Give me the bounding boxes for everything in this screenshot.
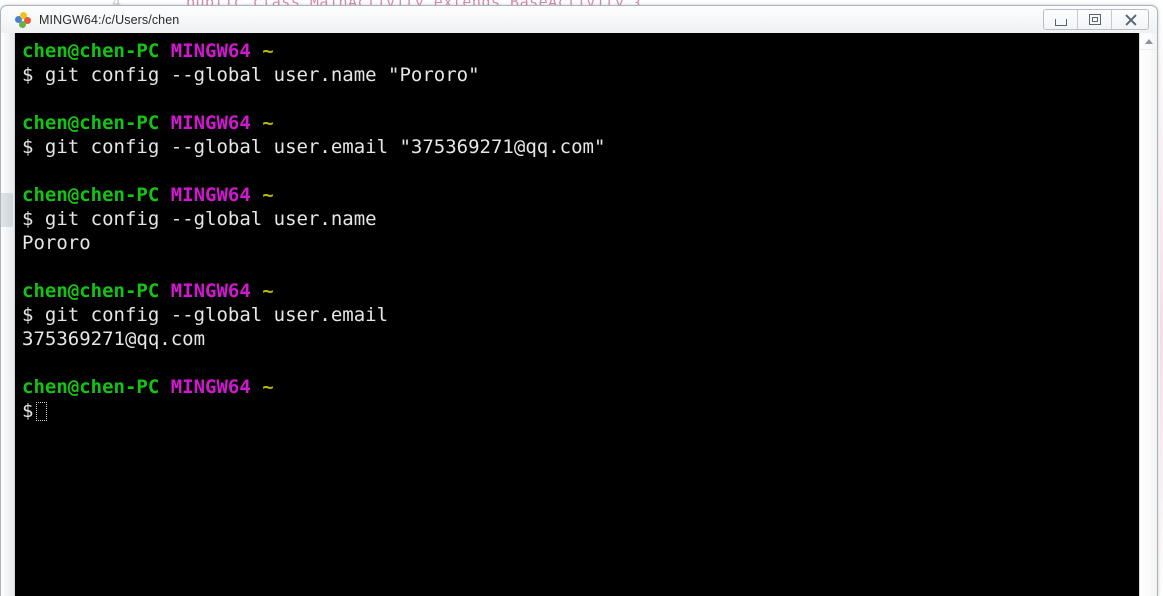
prompt-path: ~	[262, 376, 274, 398]
terminal-screen[interactable]: chen@chen-PC MINGW64 ~ $ git config --gl…	[15, 33, 1139, 596]
scroll-up-button[interactable]	[1140, 33, 1157, 50]
maximize-button[interactable]	[1078, 10, 1112, 29]
scroll-up-arrow-icon	[1144, 38, 1153, 44]
prompt-path: ~	[262, 112, 274, 134]
prompt-path: ~	[262, 184, 274, 206]
window-left-frame	[1, 33, 15, 596]
prompt-line: chen@chen-PC MINGW64 ~	[22, 111, 1139, 135]
command-line: $ git config --global user.email	[22, 304, 389, 326]
text-cursor	[36, 402, 48, 421]
prompt-sigil: $	[22, 400, 34, 422]
prompt-host: MINGW64	[170, 280, 251, 302]
prompt-host: MINGW64	[170, 376, 251, 398]
prompt-user: chen@chen-PC	[22, 112, 160, 134]
prompt-user: chen@chen-PC	[22, 40, 160, 62]
command-output: 375369271@qq.com	[22, 328, 206, 350]
command-line: $ git config --global user.email "375369…	[22, 136, 606, 158]
maximize-icon	[1088, 14, 1101, 25]
prompt-host: MINGW64	[170, 40, 251, 62]
prompt-line: chen@chen-PC MINGW64 ~	[22, 39, 1139, 63]
prompt-line: chen@chen-PC MINGW64 ~	[22, 183, 1139, 207]
prompt-line: chen@chen-PC MINGW64 ~	[22, 375, 1139, 399]
minimize-button[interactable]	[1044, 10, 1078, 29]
active-input-line[interactable]: $	[22, 399, 1139, 423]
command-line: $ git config --global user.name	[22, 208, 377, 230]
close-icon	[1124, 13, 1137, 26]
title-bar[interactable]: MINGW64:/c/Users/chen	[1, 6, 1157, 33]
desktop: 4 public class MainActivity extends Base…	[0, 0, 1163, 596]
prompt-user: chen@chen-PC	[22, 184, 160, 206]
window-controls	[1043, 9, 1149, 30]
prompt-path: ~	[262, 40, 274, 62]
mintty-window: MINGW64:/c/Users/chen chen@chen-PC MINGW…	[0, 5, 1158, 596]
prompt-user: chen@chen-PC	[22, 280, 160, 302]
minimize-icon	[1054, 18, 1067, 26]
window-title: MINGW64:/c/Users/chen	[39, 12, 180, 27]
terminal-scrollbar[interactable]	[1139, 33, 1157, 596]
prompt-line: chen@chen-PC MINGW64 ~	[22, 279, 1139, 303]
command-line: $ git config --global user.name "Pororo"	[22, 64, 480, 86]
prompt-path: ~	[262, 280, 274, 302]
window-body: chen@chen-PC MINGW64 ~ $ git config --gl…	[1, 33, 1157, 596]
prompt-host: MINGW64	[170, 184, 251, 206]
prompt-host: MINGW64	[170, 112, 251, 134]
left-frame-tab	[1, 193, 13, 227]
mintty-icon	[15, 11, 31, 28]
prompt-user: chen@chen-PC	[22, 376, 160, 398]
command-output: Pororo	[22, 232, 91, 254]
close-button[interactable]	[1112, 10, 1148, 29]
